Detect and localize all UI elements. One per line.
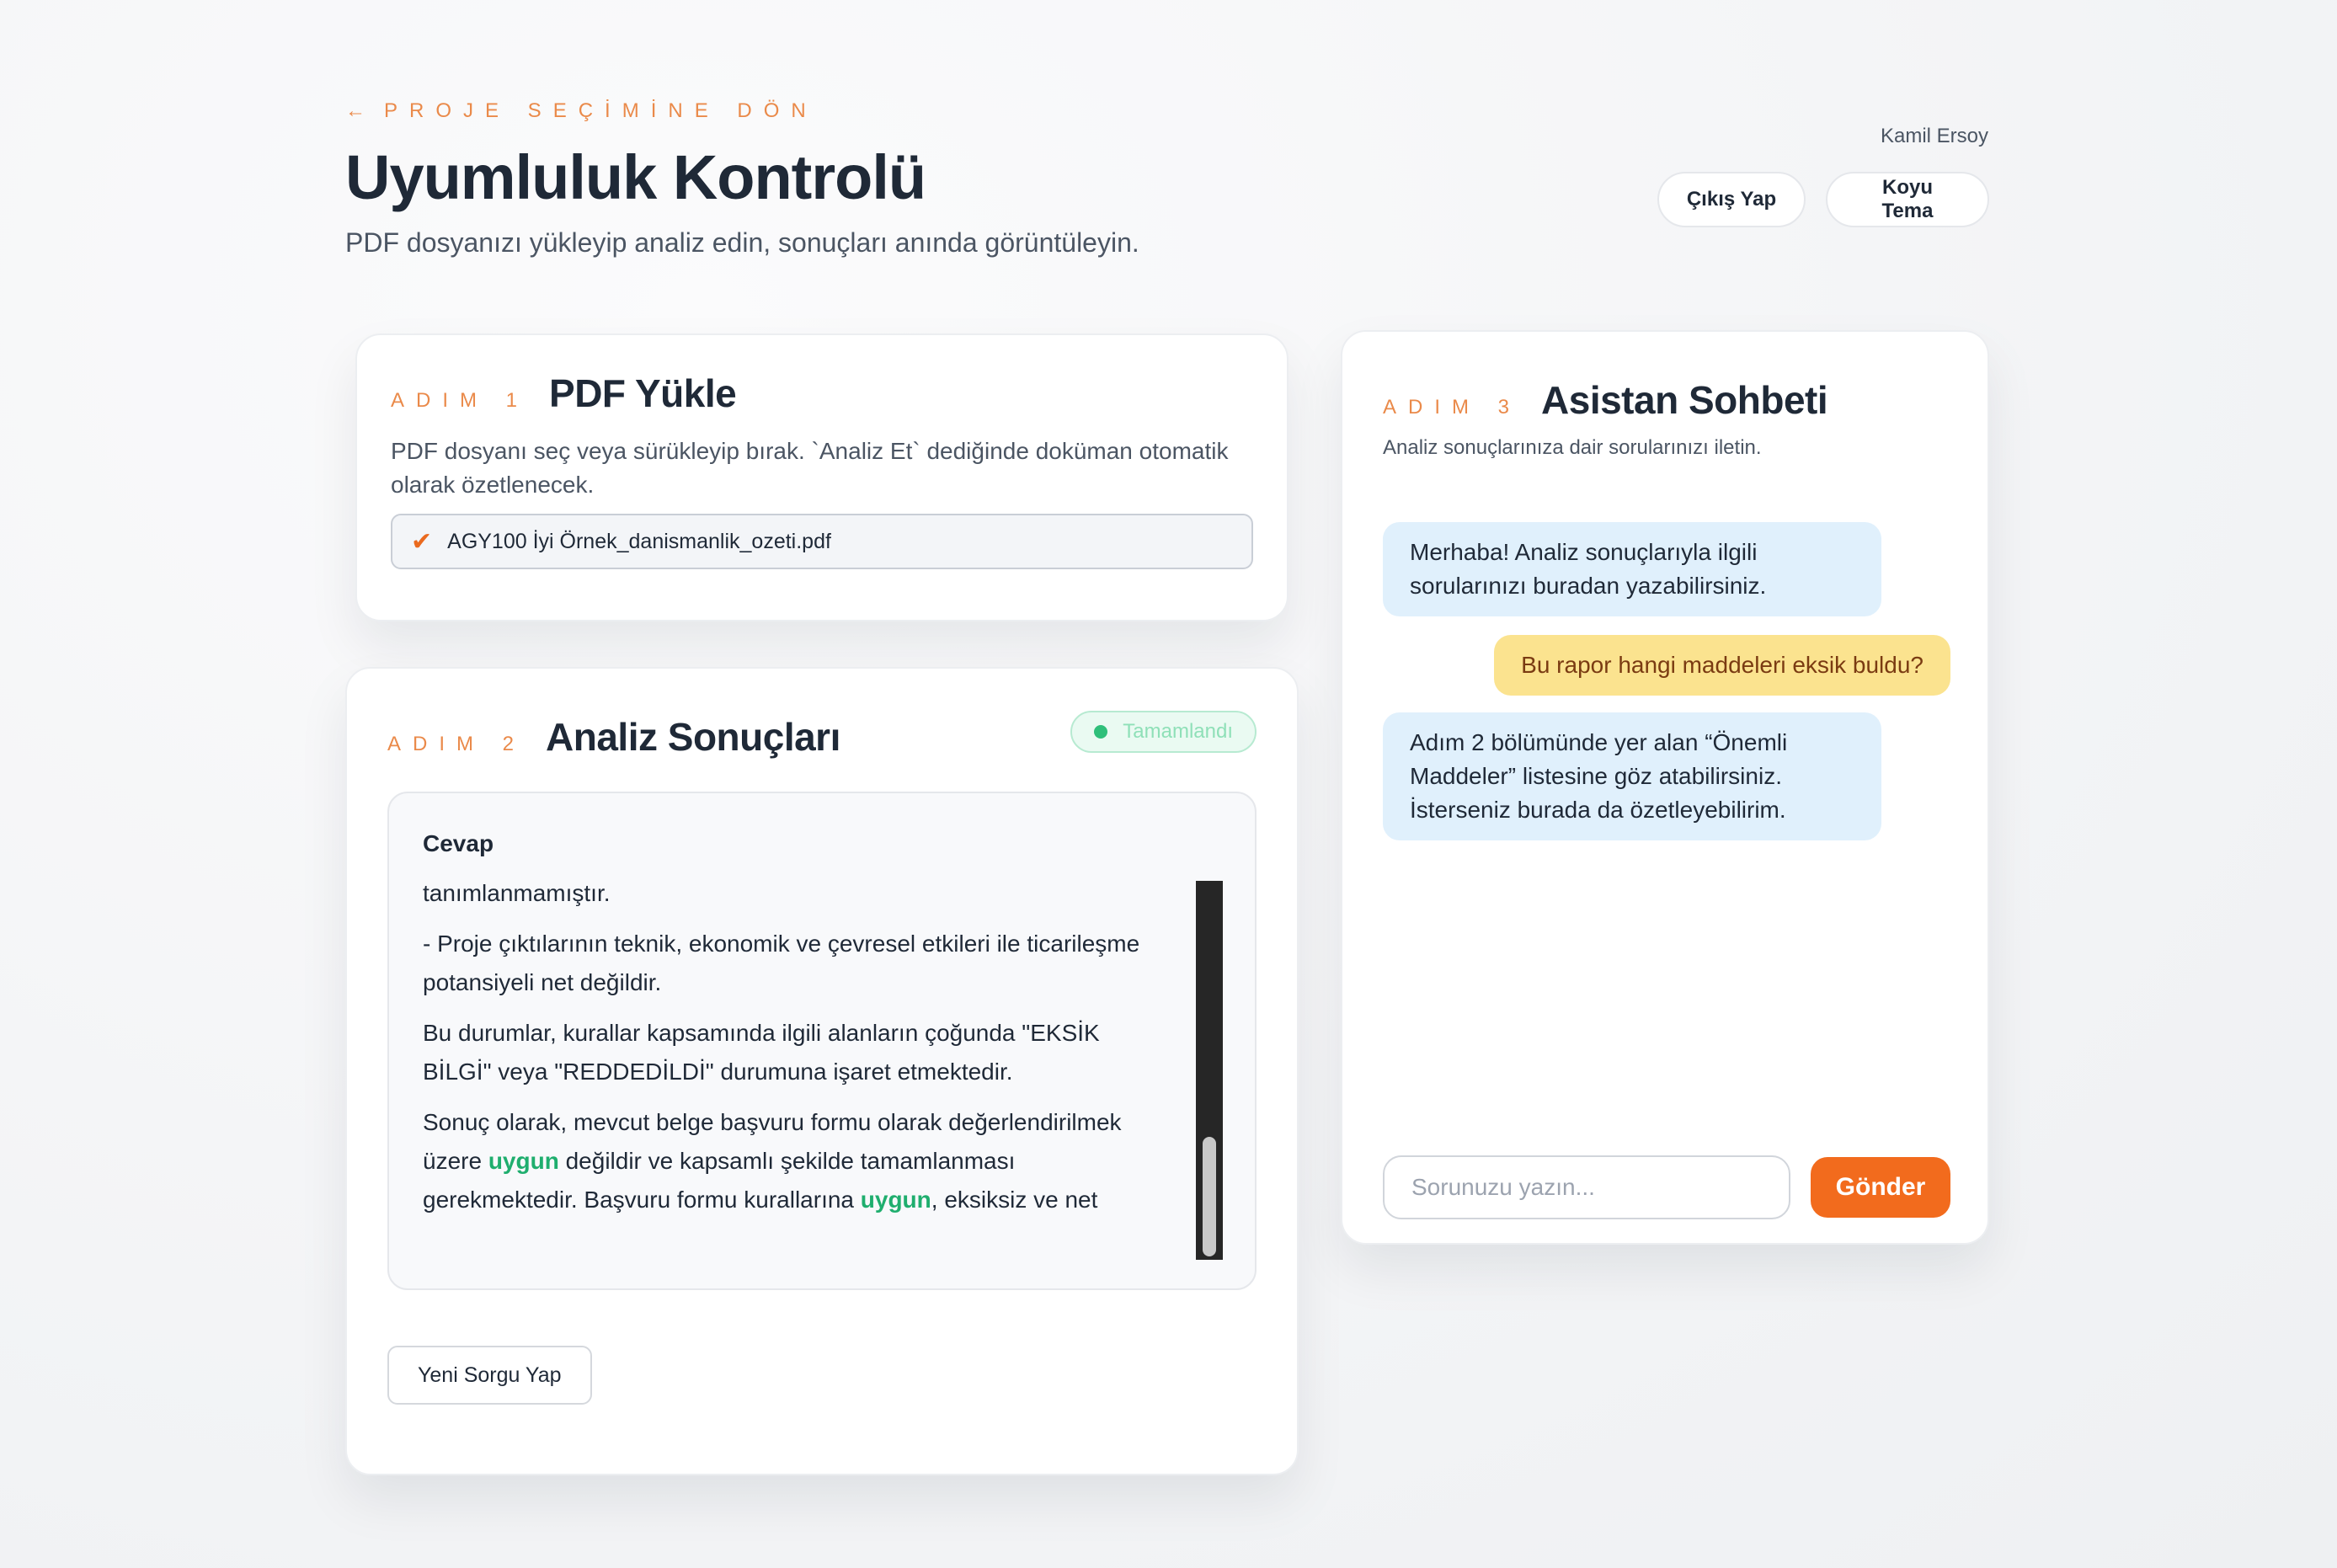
chat-description: Analiz sonuçlarınıza dair sorularınızı i… [1383,436,1762,459]
highlight-word: uygun [488,1148,559,1174]
results-card: ADIM 2 Analiz Sonuçları Tamamlandı Cevap… [345,667,1299,1475]
answer-heading: Cevap [423,830,494,856]
answer-scroll-area[interactable]: tanımlanmamıştır. - Proje çıktılarının t… [423,874,1164,1228]
checkmark-icon: ✔ [411,527,433,556]
answer-paragraph: Bu durumlar, kurallar kapsamında ilgili … [423,1020,1100,1085]
upload-card: ADIM 1 PDF Yükle PDF dosyanı seç veya sü… [355,333,1289,621]
upload-card-title: PDF Yükle [549,371,737,415]
highlight-word: uygun [860,1187,931,1213]
arrow-left-icon: ← [345,99,365,122]
answer-scrollbar[interactable] [1196,881,1223,1260]
status-dot-icon [1094,725,1108,739]
selected-file-name: AGY100 İyi Örnek_danismanlik_ozeti.pdf [447,529,831,553]
chat-card-header: ADIM 3 Asistan Sohbeti [1383,377,1947,423]
answer-paragraph: Sonuç olarak, mevcut belge başvuru formu… [423,1103,1164,1228]
send-button[interactable]: Gönder [1811,1157,1950,1218]
status-text: Tamamlandı [1123,720,1233,743]
step-label: ADIM 2 [387,733,526,755]
results-card-title: Analiz Sonuçları [546,715,840,759]
back-link-label: PROJE SEÇİMİNE DÖN [384,99,818,122]
logout-button[interactable]: Çıkış Yap [1657,172,1806,227]
back-to-projects-link[interactable]: ← PROJE SEÇİMİNE DÖN [345,99,818,123]
step-label: ADIM 3 [1383,396,1522,419]
answer-paragraph: - Proje çıktılarının teknik, ekonomik ve… [423,931,1140,995]
step-label: ADIM 1 [391,389,530,412]
dark-theme-button[interactable]: Koyu Tema [1826,172,1989,227]
answer-paragraph: tanımlanmamıştır. [423,880,611,906]
assistant-message: Adım 2 bölümünde yer alan “Önemli Maddel… [1383,712,1881,840]
user-name: Kamil Ersoy [1880,125,1988,147]
status-badge: Tamamlandı [1070,711,1257,753]
page-subtitle: PDF dosyanızı yükleyip analiz edin, sonu… [345,227,1139,258]
chat-input[interactable] [1383,1155,1790,1219]
new-query-button[interactable]: Yeni Sorgu Yap [387,1346,592,1405]
answer-panel: Cevap tanımlanmamıştır. - Proje çıktılar… [387,792,1257,1290]
chat-card-title: Asistan Sohbeti [1541,378,1828,422]
upload-description: PDF dosyanı seç veya sürükleyip bırak. `… [391,438,1229,498]
chat-card: ADIM 3 Asistan Sohbeti Analiz sonuçların… [1341,330,1989,1245]
user-message: Bu rapor hangi maddeleri eksik buldu? [1494,635,1950,696]
assistant-message: Merhaba! Analiz sonuçlarıyla ilgili soru… [1383,522,1881,616]
upload-card-header: ADIM 1 PDF Yükle [391,371,1253,416]
page-title: Uyumluluk Kontrolü [345,142,926,212]
scrollbar-thumb[interactable] [1203,1137,1216,1256]
file-picker[interactable]: ✔ AGY100 İyi Örnek_danismanlik_ozeti.pdf [391,514,1253,569]
